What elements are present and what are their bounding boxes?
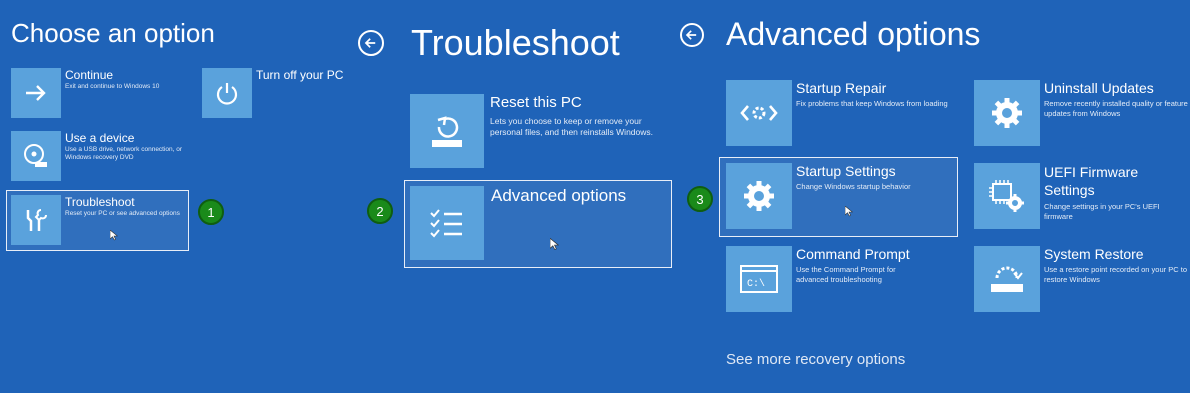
tile-description: Reset your PC or see advanced options — [65, 210, 180, 217]
tile-description: Exit and continue to Windows 10 — [65, 83, 160, 90]
tile-description: Use a restore point recorded on your PC … — [1044, 265, 1187, 284]
see-more-recovery-options-link[interactable]: See more recovery options — [726, 351, 905, 368]
command-prompt-icon: C:\ — [726, 246, 792, 312]
tile-description: Use a USB drive, network connection, or … — [65, 146, 183, 162]
tile-label: Command Prompt — [796, 246, 910, 262]
tile-label: Uninstall Updates — [1044, 80, 1154, 96]
tile-label: Reset this PC — [490, 94, 582, 111]
back-arrow-icon — [685, 30, 697, 40]
uninstall-updates-tile[interactable]: Uninstall Updates Remove recently instal… — [974, 80, 1189, 146]
mouse-cursor-icon — [550, 238, 559, 251]
tools-icon — [11, 195, 61, 245]
mouse-cursor-icon — [845, 206, 853, 217]
tile-label: Startup Settings — [796, 163, 896, 179]
tile-label: Startup Repair — [796, 80, 887, 96]
tile-description: Change settings in your PC's UEFI firmwa… — [1044, 202, 1160, 221]
reset-icon — [410, 94, 484, 168]
tile-label: UEFI Firmware Settings — [1044, 164, 1139, 199]
tile-label: Use a device — [65, 131, 135, 145]
troubleshoot-panel: Troubleshoot Reset this PC Lets you choo… — [345, 0, 680, 393]
back-arrow-icon — [364, 38, 376, 48]
startup-repair-icon — [726, 80, 792, 146]
gear-icon — [726, 163, 792, 229]
tile-label: System Restore — [1044, 246, 1144, 262]
command-prompt-glyph: C:\ — [747, 278, 765, 290]
tile-label: Advanced options — [491, 186, 627, 205]
mouse-cursor-icon — [110, 230, 118, 241]
checklist-icon — [410, 186, 484, 260]
continue-tile[interactable]: Continue Exit and continue to Windows 10 — [11, 68, 181, 120]
tile-description: Use the Command Prompt for advanced trou… — [796, 265, 896, 284]
reset-this-pc-tile[interactable]: Reset this PC Lets you choose to keep or… — [410, 94, 670, 169]
page-title: Choose an option — [11, 18, 215, 48]
arrow-right-icon — [11, 68, 61, 118]
step-badge: 2 — [367, 198, 393, 224]
troubleshoot-tile[interactable]: Troubleshoot Reset your PC or see advanc… — [11, 195, 186, 247]
tile-description: Change Windows startup behavior — [796, 182, 911, 191]
command-prompt-tile[interactable]: C:\ Command Prompt Use the Command Promp… — [726, 246, 956, 312]
uefi-firmware-settings-tile[interactable]: UEFI Firmware Settings Change settings i… — [974, 163, 1189, 229]
advanced-options-tile[interactable]: Advanced options — [410, 186, 668, 262]
back-button[interactable] — [680, 23, 704, 47]
startup-repair-tile[interactable]: Startup Repair Fix problems that keep Wi… — [726, 80, 956, 146]
step-badge: 3 — [687, 186, 713, 212]
startup-settings-tile[interactable]: Startup Settings Change Windows startup … — [726, 163, 951, 229]
page-title: Troubleshoot — [411, 22, 620, 63]
tile-label: Continue — [65, 68, 114, 82]
page-title: Advanced options — [726, 16, 981, 52]
advanced-options-panel: Advanced options Startup Repair Fix prob… — [680, 0, 1190, 393]
step-badge: 1 — [198, 199, 224, 225]
choose-an-option-panel: Choose an option Continue Exit and conti… — [0, 0, 345, 393]
tile-description: Remove recently installed quality or fea… — [1044, 99, 1188, 118]
use-a-device-tile[interactable]: Use a device Use a USB drive, network co… — [11, 131, 186, 183]
disc-icon — [11, 131, 61, 181]
tile-description: Lets you choose to keep or remove your p… — [490, 116, 653, 138]
power-icon — [202, 68, 252, 118]
system-restore-tile[interactable]: System Restore Use a restore point recor… — [974, 246, 1189, 312]
restore-icon — [974, 246, 1040, 312]
tile-label: Turn off your PC — [256, 68, 344, 82]
firmware-icon — [974, 163, 1040, 229]
turn-off-tile[interactable]: Turn off your PC — [202, 68, 344, 120]
tile-description: Fix problems that keep Windows from load… — [796, 99, 948, 108]
gear-icon — [974, 80, 1040, 146]
tile-label: Troubleshoot — [65, 195, 135, 209]
back-button[interactable] — [358, 30, 384, 56]
